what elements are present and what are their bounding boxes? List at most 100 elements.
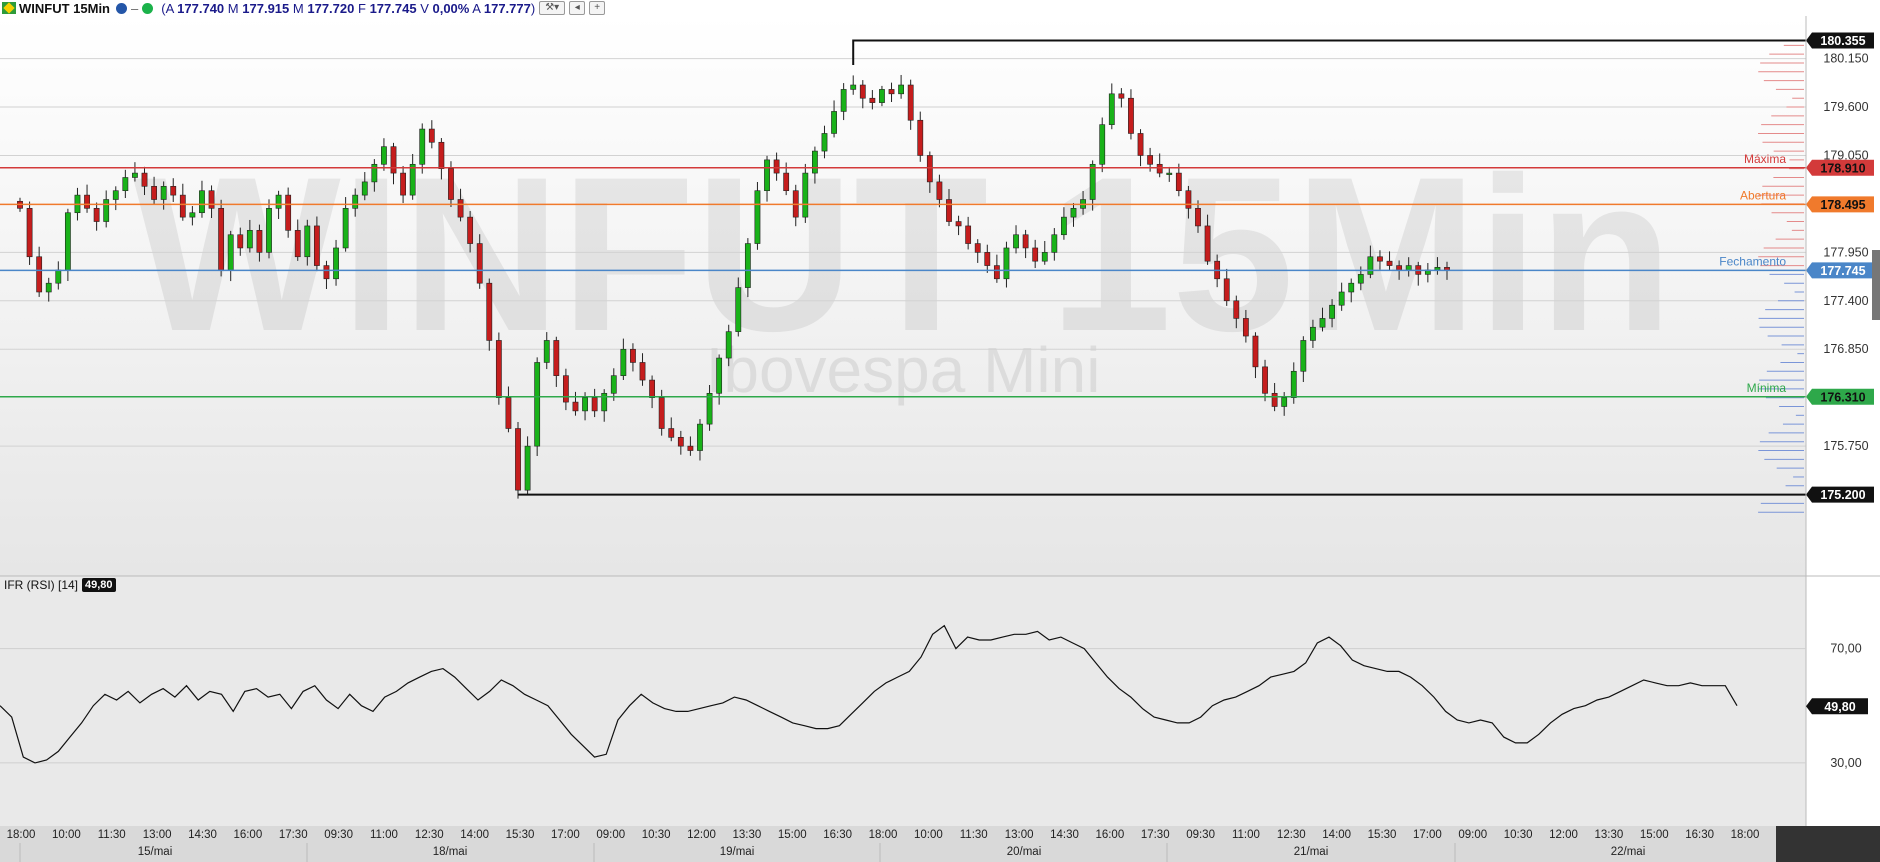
candle-up — [821, 133, 828, 152]
candle-up — [764, 159, 770, 192]
candle-down — [1156, 163, 1163, 174]
candle-down — [151, 186, 157, 200]
candle-up — [64, 212, 71, 271]
candle-up — [697, 423, 703, 451]
ref-label-mínima: Mínima — [1747, 381, 1787, 395]
price-chart[interactable]: WINFUT 15Min Ibovespa Mini Máxima178.910… — [0, 0, 1880, 862]
rsi-current-badge-value: 49,80 — [1824, 700, 1855, 714]
price-tick-label: 175.750 — [1823, 439, 1868, 453]
time-tick-label: 16:00 — [233, 829, 262, 841]
candle-down — [428, 128, 435, 143]
right-scroll-handle[interactable] — [1872, 250, 1880, 320]
candle-down — [1242, 318, 1249, 337]
candle-down — [390, 146, 397, 174]
candle-down — [773, 159, 780, 174]
candle-up — [1405, 265, 1412, 271]
time-tick-label: 15:30 — [1368, 829, 1397, 841]
candle-up — [1338, 291, 1345, 306]
candle-down — [170, 186, 177, 196]
candle-up — [543, 340, 550, 363]
day-label: 20/mai — [1007, 846, 1042, 858]
time-tick-label: 13:30 — [733, 829, 762, 841]
candle-up — [122, 177, 129, 192]
candle-down — [955, 221, 962, 227]
time-tick-label: 12:00 — [1549, 829, 1578, 841]
candle-down — [486, 282, 493, 341]
rsi-legend: IFR (RSI) [14] 49,80 — [4, 578, 116, 592]
time-tick-label: 17:00 — [1413, 829, 1442, 841]
day-label: 18/mai — [433, 846, 468, 858]
time-tick-label: 18:00 — [869, 829, 898, 841]
candle-down — [677, 437, 684, 447]
candle-up — [1290, 370, 1297, 398]
candle-down — [1233, 300, 1240, 319]
candle-down — [1118, 93, 1125, 99]
candle-up — [601, 392, 608, 412]
candle-down — [141, 172, 148, 187]
candle-up — [132, 172, 138, 178]
candle-up — [371, 163, 378, 183]
time-tick-label: 11:30 — [98, 829, 126, 841]
candle-up — [45, 282, 52, 293]
candle-down — [946, 199, 952, 222]
candle-up — [1367, 256, 1374, 275]
price-tick-label: 177.400 — [1823, 294, 1868, 308]
candle-down — [285, 194, 292, 231]
period-high-badge-value: 180.355 — [1820, 34, 1865, 48]
time-tick-label: 16:00 — [1095, 829, 1124, 841]
candle-down — [1185, 190, 1192, 209]
candle-up — [706, 392, 713, 425]
candle-down — [630, 348, 636, 363]
candle-down — [1396, 265, 1403, 271]
candle-down — [687, 445, 694, 451]
candle-up — [812, 150, 818, 174]
time-tick-label: 16:30 — [823, 829, 852, 841]
candle-up — [275, 194, 282, 209]
candle-up — [342, 208, 349, 249]
candle-down — [448, 168, 454, 200]
candle-up — [1319, 318, 1326, 328]
candle-up — [419, 128, 426, 165]
candle-down — [591, 397, 598, 412]
time-tick-label: 12:30 — [1277, 829, 1306, 841]
candle-up — [352, 194, 359, 209]
time-tick-label: 09:30 — [1186, 829, 1215, 841]
candle-up — [534, 362, 541, 447]
candle-down — [965, 225, 972, 244]
time-tick-label: 15:00 — [778, 829, 807, 841]
time-tick-label: 11:00 — [370, 829, 398, 841]
candle-up — [227, 234, 234, 271]
candle-down — [907, 84, 914, 121]
price-tick-label: 179.600 — [1823, 100, 1868, 114]
candle-down — [457, 199, 464, 218]
candle-down — [237, 234, 244, 249]
candle-up — [112, 190, 119, 200]
candle-up — [333, 247, 339, 280]
time-tick-label: 11:00 — [1232, 829, 1260, 841]
candle-up — [524, 445, 531, 491]
candle-up — [304, 225, 311, 258]
candle-up — [716, 357, 723, 394]
candle-down — [658, 397, 665, 429]
candle-down — [1386, 260, 1393, 266]
candle-down — [1377, 256, 1383, 262]
rsi-current-value: 49,80 — [82, 578, 116, 592]
candle-down — [208, 190, 215, 209]
time-tick-label: 15:00 — [1640, 829, 1669, 841]
candle-down — [1022, 234, 1029, 249]
candle-down — [467, 216, 474, 244]
candle-up — [879, 89, 885, 103]
time-tick-label: 11:30 — [960, 829, 988, 841]
time-tick-label: 18:00 — [1731, 829, 1760, 841]
candle-down — [294, 230, 301, 258]
candle-up — [1099, 124, 1106, 165]
candle-up — [1013, 234, 1019, 249]
candle-down — [476, 243, 483, 284]
time-tick-label: 14:00 — [1322, 829, 1351, 841]
candle-down — [400, 172, 406, 196]
time-tick-label: 17:00 — [551, 829, 580, 841]
time-tick-label: 13:30 — [1595, 829, 1624, 841]
candle-up — [1070, 208, 1077, 218]
ref-badge-value: 177.745 — [1820, 264, 1865, 278]
time-tick-label: 10:00 — [52, 829, 81, 841]
